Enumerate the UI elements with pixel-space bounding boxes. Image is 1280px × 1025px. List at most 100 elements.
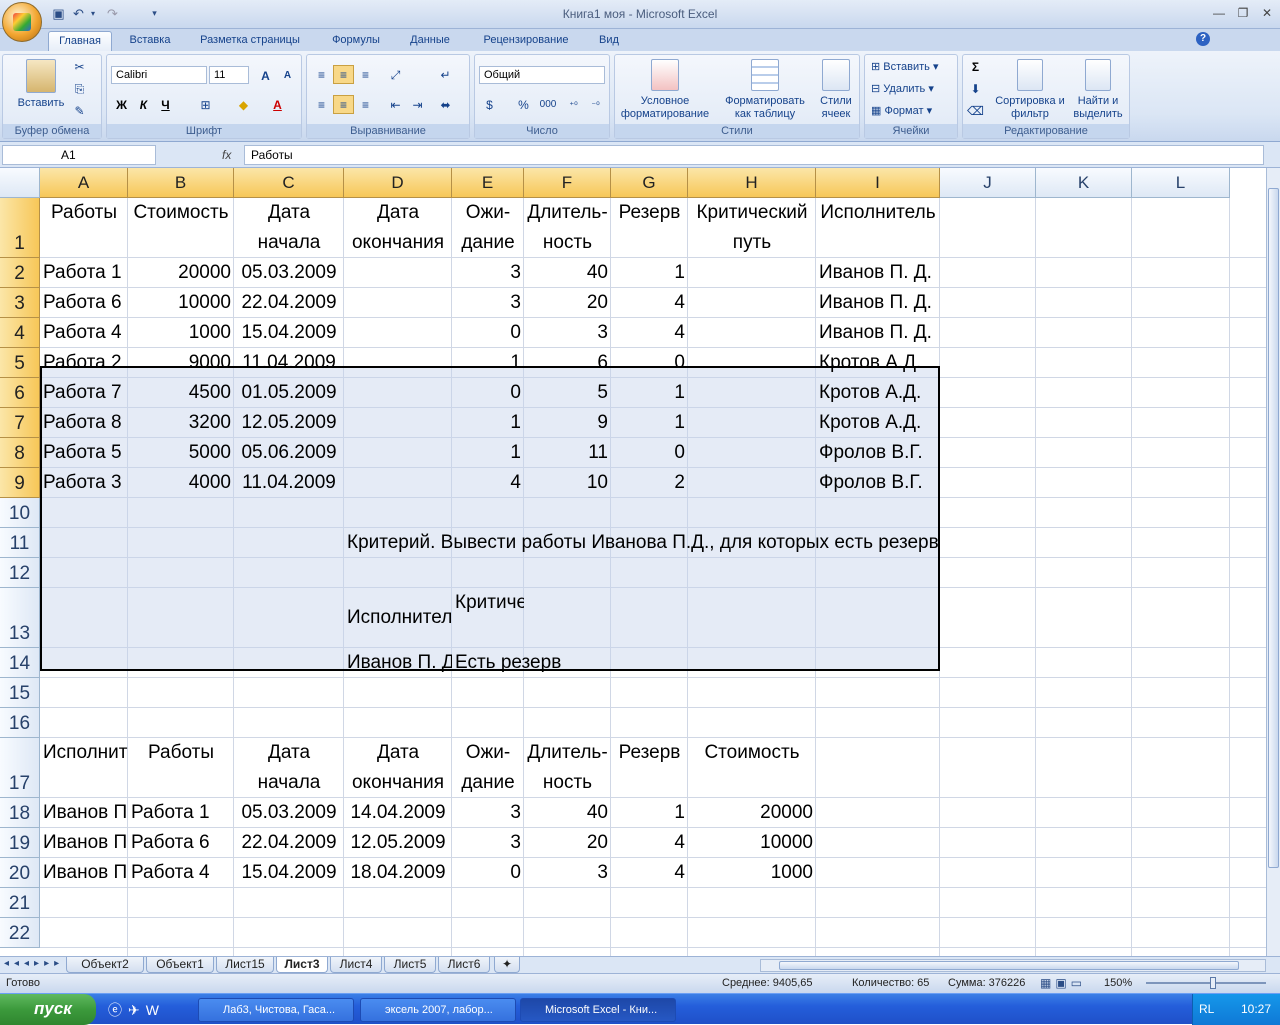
delete-cells-button[interactable]: ⊟ Удалить ▾ [871,83,934,96]
undo-dropdown-icon[interactable]: ▾ [88,5,98,22]
table-cell[interactable]: 4 [452,468,524,498]
increase-indent-icon[interactable]: ⇥ [407,95,428,114]
align-right-icon[interactable]: ≡ [355,95,376,114]
row-header[interactable]: 7 [0,408,40,438]
table-cell[interactable]: 11.04.2009 [234,348,344,378]
result-cell[interactable]: 20000 [688,798,816,828]
row-header[interactable]: 11 [0,528,40,558]
orientation-icon[interactable]: ⤢ [385,65,406,84]
column-header[interactable]: L [1132,168,1230,198]
column-header[interactable]: G [611,168,688,198]
tab-home[interactable]: Главная [48,31,112,51]
restore-icon[interactable]: ❐ [1232,6,1254,22]
view-buttons-icon[interactable]: ▦▣▭ [1040,976,1086,990]
column-header[interactable]: F [524,168,611,198]
increase-decimal-icon[interactable]: ⁺⁰ [563,95,584,114]
font-color-icon[interactable]: A [267,95,288,114]
result-cell[interactable]: Работа 1 [128,798,234,828]
row-header[interactable]: 21 [0,888,40,918]
percent-button[interactable]: % [513,95,534,114]
column-header[interactable]: I [816,168,940,198]
format-painter-icon[interactable]: ✎ [69,101,90,120]
table-header-cell[interactable]: Дата начала [234,198,344,258]
row-header[interactable]: 8 [0,438,40,468]
table-cell[interactable]: Фролов В.Г. [816,468,940,498]
align-bottom-icon[interactable]: ≡ [355,65,376,84]
format-as-table-button[interactable]: Форматировать как таблицу [719,59,811,121]
office-button[interactable] [2,2,42,42]
cell-styles-button[interactable]: Стили ячеек [813,59,859,121]
result-cell[interactable]: Работа 6 [128,828,234,858]
insert-cells-button[interactable]: ⊞ Вставить ▾ [871,61,939,74]
table-cell[interactable]: 05.06.2009 [234,438,344,468]
result-cell[interactable]: 3 [452,798,524,828]
table-header-cell[interactable]: Длитель-ность [524,198,611,258]
row-header[interactable]: 14 [0,648,40,678]
table-cell[interactable]: 05.03.2009 [234,258,344,288]
tab-review[interactable]: Рецензирование [468,31,584,51]
result-cell[interactable]: 14.04.2009 [344,798,452,828]
table-cell[interactable]: 3 [452,288,524,318]
borders-icon[interactable]: ⊞ [195,95,216,114]
decrease-decimal-icon[interactable]: ⁻⁰ [585,95,606,114]
paste-button[interactable]: Вставить [9,59,73,110]
row-header[interactable]: 13 [0,588,40,648]
number-format-select[interactable]: Общий [479,66,605,84]
result-header-cell[interactable]: Работы [128,738,234,798]
table-cell[interactable]: 11.04.2009 [234,468,344,498]
table-cell[interactable]: 3 [452,258,524,288]
sort-filter-button[interactable]: Сортировка и фильтр [995,59,1065,121]
start-button[interactable]: пуск [0,994,96,1025]
table-cell[interactable]: Иванов П. Д. [816,288,940,318]
criteria-header-executor[interactable]: Исполнитель [344,588,452,648]
table-cell[interactable]: 10 [524,468,611,498]
tab-data[interactable]: Данные [400,31,460,51]
table-cell[interactable]: Иванов П. Д. [816,318,940,348]
row-header[interactable]: 12 [0,558,40,588]
customize-qat-icon[interactable]: ▾ [146,5,163,22]
table-cell[interactable]: Кротов А.Д. [816,378,940,408]
result-cell[interactable]: Работа 4 [128,858,234,888]
table-cell[interactable]: 9 [524,408,611,438]
copy-icon[interactable]: ⎘ [69,79,90,98]
table-cell[interactable]: 4500 [128,378,234,408]
save-icon[interactable]: ▣ [50,5,67,22]
task-word-lab3[interactable]: Лаб3, Чистова, Гаса... [198,998,354,1022]
result-cell[interactable]: 3 [452,828,524,858]
table-cell[interactable]: Фролов В.Г. [816,438,940,468]
wrap-text-icon[interactable]: ↵ [435,65,456,84]
tab-page-layout[interactable]: Разметка страницы [188,31,312,51]
autosum-icon[interactable]: Σ [965,57,986,76]
table-cell[interactable]: 1 [452,438,524,468]
table-cell[interactable]: Работа 6 [40,288,128,318]
clear-icon[interactable]: ⌫ [965,101,986,120]
result-cell[interactable]: 1000 [688,858,816,888]
table-cell[interactable]: 0 [611,348,688,378]
result-cell[interactable]: 22.04.2009 [234,828,344,858]
result-cell[interactable]: 4 [611,828,688,858]
result-cell[interactable]: 4 [611,858,688,888]
table-cell[interactable]: 3 [524,318,611,348]
decrease-indent-icon[interactable]: ⇤ [385,95,406,114]
result-header-cell[interactable]: Дата начала [234,738,344,798]
align-center-icon[interactable]: ≡ [333,95,354,114]
table-cell[interactable]: Работа 2 [40,348,128,378]
table-cell[interactable]: 5000 [128,438,234,468]
name-box[interactable]: A1 [2,145,156,165]
tab-formulas[interactable]: Формулы [320,31,392,51]
table-header-cell[interactable]: Критический путь [688,198,816,258]
table-cell[interactable]: Кротов А.Д. [816,408,940,438]
row-header[interactable]: 9 [0,468,40,498]
table-cell[interactable]: 20000 [128,258,234,288]
shrink-font-icon[interactable]: A [277,66,298,85]
row-header[interactable]: 18 [0,798,40,828]
result-cell[interactable]: 18.04.2009 [344,858,452,888]
find-select-button[interactable]: Найти и выделить [1069,59,1127,121]
table-cell[interactable]: 01.05.2009 [234,378,344,408]
table-cell[interactable]: Работа 8 [40,408,128,438]
column-header[interactable]: E [452,168,524,198]
table-cell[interactable]: 11 [524,438,611,468]
cut-icon[interactable]: ✂ [69,57,90,76]
column-header[interactable]: H [688,168,816,198]
bold-button[interactable]: Ж [111,95,132,114]
